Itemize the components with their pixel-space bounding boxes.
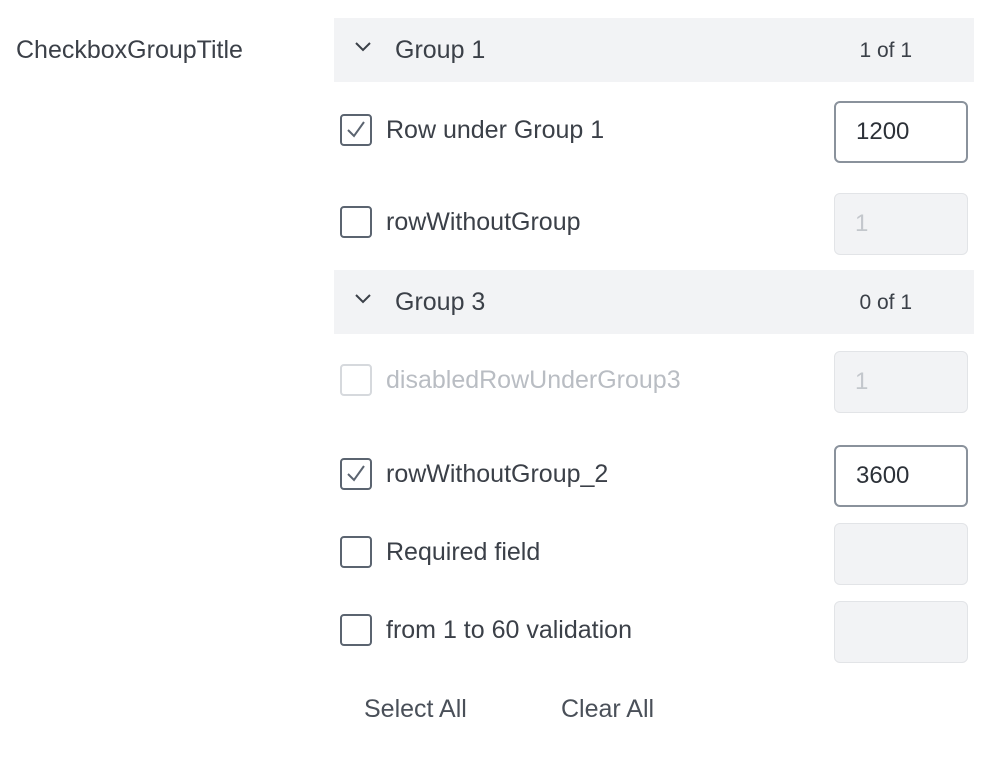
group-label: Group 1 xyxy=(395,36,486,64)
check-icon xyxy=(347,121,365,138)
check-icon xyxy=(347,465,365,482)
row-under-group-1: Row under Group 1 1200 xyxy=(340,101,968,163)
row-label: Row under Group 1 xyxy=(386,116,605,144)
row-label: rowWithoutGroup xyxy=(386,208,581,236)
checkbox xyxy=(340,364,372,396)
group-label: Group 3 xyxy=(395,288,486,316)
row-label: Required field xyxy=(386,538,541,566)
value-input: 1 xyxy=(834,351,968,413)
checkbox-group-title: CheckboxGroupTitle xyxy=(16,36,243,64)
checkbox[interactable] xyxy=(340,614,372,646)
chevron-down-icon[interactable] xyxy=(354,38,372,56)
value-input[interactable]: 1 xyxy=(834,193,968,255)
clear-all-button[interactable]: Clear All xyxy=(561,695,654,724)
chevron-down-icon[interactable] xyxy=(354,290,372,308)
group-header-1[interactable]: Group 1 1 of 1 xyxy=(334,18,974,82)
select-all-button[interactable]: Select All xyxy=(364,695,467,724)
row-required-field: Required field xyxy=(340,523,968,585)
value-input[interactable]: 1200 xyxy=(834,101,968,163)
row-validation: from 1 to 60 validation xyxy=(340,601,968,663)
group-header-3[interactable]: Group 3 0 of 1 xyxy=(334,270,974,334)
row-label: from 1 to 60 validation xyxy=(386,616,632,644)
checkbox[interactable] xyxy=(340,458,372,490)
row-without-group: rowWithoutGroup 1 xyxy=(340,193,968,255)
checkbox[interactable] xyxy=(340,206,372,238)
group-count: 0 of 1 xyxy=(859,291,912,314)
checkbox[interactable] xyxy=(340,536,372,568)
row-label: rowWithoutGroup_2 xyxy=(386,460,609,488)
checkbox[interactable] xyxy=(340,114,372,146)
value-input[interactable] xyxy=(834,523,968,585)
row-label: disabledRowUnderGroup3 xyxy=(386,366,681,394)
row-without-group-2: rowWithoutGroup_2 3600 xyxy=(340,445,968,507)
value-input[interactable] xyxy=(834,601,968,663)
value-input[interactable]: 3600 xyxy=(834,445,968,507)
group-count: 1 of 1 xyxy=(859,39,912,62)
disabled-row-under-group-3: disabledRowUnderGroup3 1 xyxy=(340,351,968,413)
